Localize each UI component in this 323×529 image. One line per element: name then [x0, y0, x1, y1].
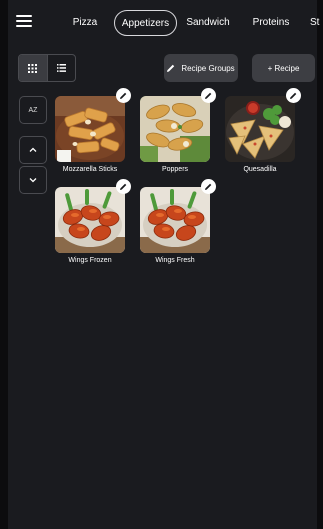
pencil-icon	[120, 183, 127, 190]
recipe-card: Wings Frozen	[55, 187, 125, 264]
view-toggle	[18, 54, 76, 82]
left-edge	[0, 0, 8, 529]
recipe-name: Poppers	[161, 166, 189, 173]
edit-recipe-button[interactable]	[116, 179, 131, 194]
edit-recipe-button[interactable]	[201, 88, 216, 103]
edit-recipe-button[interactable]	[201, 179, 216, 194]
pencil-icon	[205, 183, 212, 190]
buffalo-wings-photo[interactable]	[55, 187, 125, 253]
quesadilla-photo[interactable]	[225, 96, 295, 162]
list-icon	[56, 64, 66, 72]
pencil-icon	[167, 64, 175, 72]
buffalo-wings-photo[interactable]	[140, 187, 210, 253]
app-screen: Pizza Appetizers Sandwich Proteins St Re…	[0, 0, 323, 529]
right-edge	[317, 0, 323, 529]
recipe-groups-label: Recipe Groups	[181, 63, 235, 73]
tab-partial[interactable]: St	[310, 10, 323, 36]
recipe-groups-button[interactable]: Recipe Groups	[164, 54, 238, 82]
recipe-name: Wings Fresh	[155, 257, 195, 264]
recipe-name: Wings Frozen	[68, 257, 112, 264]
hamburger-menu-icon[interactable]	[14, 12, 34, 28]
edit-recipe-button[interactable]	[286, 88, 301, 103]
chevron-up-icon	[29, 147, 37, 152]
tab-proteins[interactable]: Proteins	[250, 10, 292, 36]
tab-appetizers[interactable]: Appetizers	[114, 10, 177, 36]
recipe-card: Wings Fresh	[140, 187, 210, 264]
recipe-card: Quesadilla	[225, 96, 295, 173]
sort-az-button[interactable]: AZ	[19, 96, 47, 124]
list-view-button[interactable]	[48, 55, 76, 81]
tab-sandwich[interactable]: Sandwich	[184, 10, 232, 36]
category-tabs: Pizza Appetizers Sandwich Proteins St	[60, 10, 323, 38]
move-down-button[interactable]	[19, 166, 47, 194]
recipe-name: Quesadilla	[243, 166, 277, 173]
edit-recipe-button[interactable]	[116, 88, 131, 103]
poppers-photo[interactable]	[140, 96, 210, 162]
add-recipe-button[interactable]: + Recipe	[252, 54, 315, 82]
add-recipe-label: + Recipe	[267, 63, 300, 73]
recipe-card: Poppers	[140, 96, 210, 173]
pencil-icon	[120, 92, 127, 99]
move-up-button[interactable]	[19, 136, 47, 164]
pencil-icon	[205, 92, 212, 99]
sort-az-label: AZ	[28, 106, 38, 114]
grid-icon	[28, 63, 38, 73]
chevron-down-icon	[29, 178, 37, 183]
recipe-name: Mozzarella Sticks	[62, 166, 118, 173]
grid-view-button[interactable]	[19, 55, 47, 81]
tab-pizza[interactable]: Pizza	[70, 10, 100, 36]
recipe-card: Mozzarella Sticks	[55, 96, 125, 173]
pencil-icon	[290, 92, 297, 99]
mozzarella-sticks-photo[interactable]	[55, 96, 125, 162]
